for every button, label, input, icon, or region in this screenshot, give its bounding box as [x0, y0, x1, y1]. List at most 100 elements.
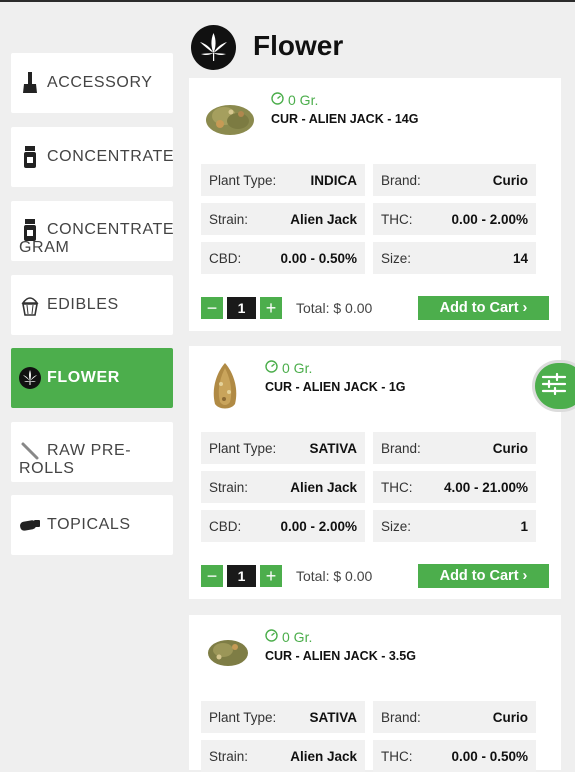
stock-indicator: 0 Gr. — [271, 92, 318, 108]
thc-cell: THC: 0.00 - 2.00% — [373, 203, 536, 235]
decrease-button[interactable]: − — [201, 565, 223, 587]
product-name[interactable]: CUR - ALIEN JACK - 3.5G — [265, 649, 416, 663]
thc-label: THC: — [381, 748, 413, 764]
category-label: FLOWER — [47, 369, 120, 386]
strain-cell: Strain: Alien Jack — [201, 203, 365, 235]
total-price: Total: $ 0.00 — [296, 568, 373, 584]
brand-value: Curio — [492, 440, 528, 456]
plant-type-value: SATIVA — [309, 709, 357, 725]
category-edibles[interactable]: EDIBLES — [11, 275, 173, 335]
page-title: Flower — [253, 30, 344, 61]
plant-type-label: Plant Type: — [209, 709, 277, 725]
top-border — [0, 0, 575, 2]
plant-type-cell: Plant Type: INDICA — [201, 164, 365, 196]
add-to-cart-button[interactable]: Add to Cart › — [418, 296, 549, 320]
quantity-input[interactable]: 1 — [227, 565, 256, 587]
increase-button[interactable]: + — [260, 297, 282, 319]
product-card: 0 Gr. CUR - ALIEN JACK - 14G Plant Type:… — [189, 78, 561, 331]
leaf-icon — [19, 367, 41, 389]
category-accessory[interactable]: ACCESSORY — [11, 53, 173, 113]
plant-type-value: SATIVA — [309, 440, 357, 456]
thc-value: 4.00 - 21.00% — [443, 479, 528, 495]
quantity-stepper: − 1 + Total: $ 0.00 — [201, 297, 372, 319]
brand-label: Brand: — [381, 172, 421, 188]
strain-label: Strain: — [209, 479, 249, 495]
gauge-icon — [265, 360, 278, 376]
category-label: ACCESSORY — [47, 74, 153, 91]
strain-label: Strain: — [209, 748, 249, 764]
strain-value: Alien Jack — [290, 211, 357, 227]
stock-amount: 0 Gr. — [282, 360, 313, 376]
category-label: RAW PRE- — [47, 442, 132, 459]
thc-label: THC: — [381, 211, 413, 227]
bong-icon — [19, 72, 41, 94]
strain-label: Strain: — [209, 211, 249, 227]
brand-label: Brand: — [381, 709, 421, 725]
filter-button[interactable] — [535, 363, 575, 409]
brand-cell: Brand: Curio — [373, 164, 536, 196]
plant-type-label: Plant Type: — [209, 440, 277, 456]
category-raw-pre-rolls[interactable]: RAW PRE- ROLLS — [11, 422, 173, 482]
brand-cell: Brand: Curio — [373, 432, 536, 464]
gauge-icon — [271, 92, 284, 108]
size-value: 14 — [512, 250, 528, 266]
quantity-stepper: − 1 + Total: $ 0.00 — [201, 565, 372, 587]
cbd-label: CBD: — [209, 250, 242, 266]
total-price: Total: $ 0.00 — [296, 300, 373, 316]
category-topicals[interactable]: TOPICALS — [11, 495, 173, 555]
brand-value: Curio — [492, 172, 528, 188]
size-cell: Size: 14 — [373, 242, 536, 274]
cupcake-icon — [19, 294, 41, 316]
add-to-cart-button[interactable]: Add to Cart › — [418, 564, 549, 588]
stock-indicator: 0 Gr. — [265, 360, 312, 376]
plant-type-cell: Plant Type: SATIVA — [201, 432, 365, 464]
brand-cell: Brand: Curio — [373, 701, 536, 733]
product-name[interactable]: CUR - ALIEN JACK - 1G — [265, 380, 406, 394]
stock-amount: 0 Gr. — [282, 629, 313, 645]
quantity-input[interactable]: 1 — [227, 297, 256, 319]
sliders-icon — [541, 372, 575, 400]
cbd-cell: CBD: 0.00 - 2.00% — [201, 510, 365, 542]
category-label: CONCENTRATE — [47, 148, 175, 165]
thc-value: 0.00 - 0.50% — [451, 748, 528, 764]
size-label: Size: — [381, 518, 412, 534]
category-label: CONCENTRATE — [47, 221, 175, 238]
category-label: TOPICALS — [47, 516, 131, 533]
product-name[interactable]: CUR - ALIEN JACK - 14G — [271, 112, 418, 126]
plant-type-label: Plant Type: — [209, 172, 277, 188]
plant-type-cell: Plant Type: SATIVA — [201, 701, 365, 733]
thc-cell: THC: 4.00 - 21.00% — [373, 471, 536, 503]
product-card: 0 Gr. CUR - ALIEN JACK - 1G Plant Type: … — [189, 346, 561, 599]
tube-icon — [19, 514, 41, 536]
cbd-value: 0.00 - 0.50% — [280, 250, 357, 266]
category-flower[interactable]: FLOWER — [11, 348, 173, 408]
size-cell: Size: 1 — [373, 510, 536, 542]
category-concentrate-gram[interactable]: CONCENTRATE GRAM — [11, 201, 175, 261]
jar-icon — [19, 146, 41, 168]
strain-cell: Strain: Alien Jack — [201, 471, 365, 503]
stock-indicator: 0 Gr. — [265, 629, 312, 645]
category-label: EDIBLES — [47, 296, 119, 313]
flower-leaf-icon — [191, 25, 236, 70]
category-concentrate[interactable]: CONCENTRATE — [11, 127, 175, 187]
size-label: Size: — [381, 250, 412, 266]
product-image[interactable] — [205, 631, 251, 671]
product-image[interactable] — [203, 90, 259, 140]
plant-type-value: INDICA — [310, 172, 358, 188]
category-label-line2: GRAM — [19, 239, 70, 256]
size-value: 1 — [520, 518, 528, 534]
brand-value: Curio — [492, 709, 528, 725]
cbd-cell: CBD: 0.00 - 0.50% — [201, 242, 365, 274]
strain-value: Alien Jack — [290, 479, 357, 495]
gauge-icon — [265, 629, 278, 645]
category-label-line2: ROLLS — [19, 460, 75, 477]
product-image[interactable] — [205, 360, 245, 412]
stock-amount: 0 Gr. — [288, 92, 319, 108]
increase-button[interactable]: + — [260, 565, 282, 587]
thc-label: THC: — [381, 479, 413, 495]
strain-value: Alien Jack — [290, 748, 357, 764]
thc-cell: THC: 0.00 - 0.50% — [373, 740, 536, 772]
product-card: 0 Gr. CUR - ALIEN JACK - 3.5G Plant Type… — [189, 615, 561, 772]
decrease-button[interactable]: − — [201, 297, 223, 319]
cbd-label: CBD: — [209, 518, 242, 534]
